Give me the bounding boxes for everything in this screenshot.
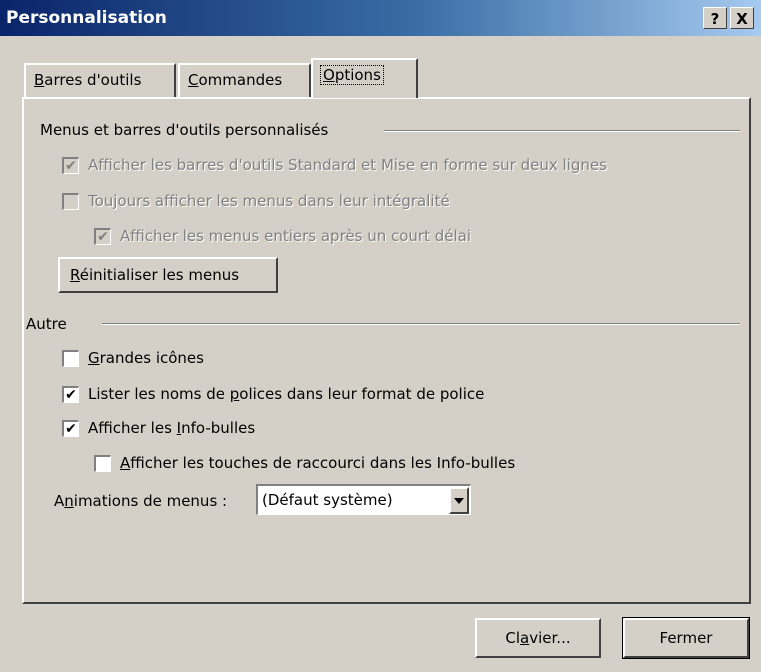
group-divider xyxy=(384,130,740,132)
close-window-button[interactable]: X xyxy=(730,7,754,29)
dropdown-arrow-icon[interactable] xyxy=(449,487,469,514)
full-menus-label: Toujours afficher les menus dans leur in… xyxy=(88,192,450,210)
tab-label: arres d'outils xyxy=(44,71,142,89)
reset-menus-button[interactable]: Réinitialiser les menus xyxy=(58,257,278,293)
group-divider xyxy=(102,323,740,325)
tooltips-checkbox[interactable]: ✔ xyxy=(62,420,79,437)
tab-options-focus: Options xyxy=(320,65,384,85)
tab-options[interactable]: Options xyxy=(311,58,418,98)
large-icons-checkbox[interactable] xyxy=(62,350,79,367)
tab-mnemonic: C xyxy=(188,71,199,89)
tab-mnemonic: B xyxy=(34,71,45,89)
tab-label: ptions xyxy=(334,66,381,84)
group-other-title: Autre xyxy=(26,315,67,333)
button-label: éinitialiser les menus xyxy=(79,266,240,284)
font-names-label: Lister les noms de polices dans leur for… xyxy=(88,385,485,403)
window-title: Personnalisation xyxy=(6,8,167,28)
font-names-checkbox[interactable]: ✔ xyxy=(62,386,79,403)
shortcut-keys-checkbox[interactable] xyxy=(94,455,111,472)
tab-toolbars[interactable]: Barres d'outils xyxy=(24,63,176,97)
tab-mnemonic: O xyxy=(323,66,335,84)
shortcut-keys-label: Afficher les touches de raccourci dans l… xyxy=(120,454,516,472)
tab-label: ommandes xyxy=(198,71,283,89)
full-menus-delay-checkbox[interactable]: ✔ xyxy=(94,228,111,245)
standard-two-lines-checkbox[interactable]: ✔ xyxy=(62,157,79,174)
tab-commands[interactable]: Commandes xyxy=(178,63,311,97)
standard-two-lines-label: Afficher les barres d'outils Standard et… xyxy=(88,156,607,174)
full-menus-delay-label: Afficher les menus entiers après un cour… xyxy=(120,227,472,245)
button-mnemonic: R xyxy=(70,266,80,284)
options-panel: Menus et barres d'outils personnalisés ✔… xyxy=(22,97,751,604)
group-menus-title: Menus et barres d'outils personnalisés xyxy=(40,121,329,139)
animations-label: Animations de menus : xyxy=(54,492,228,510)
animations-value: (Défaut système) xyxy=(262,491,393,509)
animations-select[interactable]: (Défaut système) xyxy=(256,484,471,515)
close-button[interactable]: Fermer xyxy=(622,617,750,659)
large-icons-label: Grandes icônes xyxy=(88,349,204,367)
title-bar: Personnalisation ? X xyxy=(0,0,761,36)
keyboard-button[interactable]: Clavier... xyxy=(475,618,601,658)
help-button[interactable]: ? xyxy=(703,7,727,29)
full-menus-checkbox[interactable] xyxy=(62,193,79,210)
tooltips-label: Afficher les Info-bulles xyxy=(88,419,256,437)
